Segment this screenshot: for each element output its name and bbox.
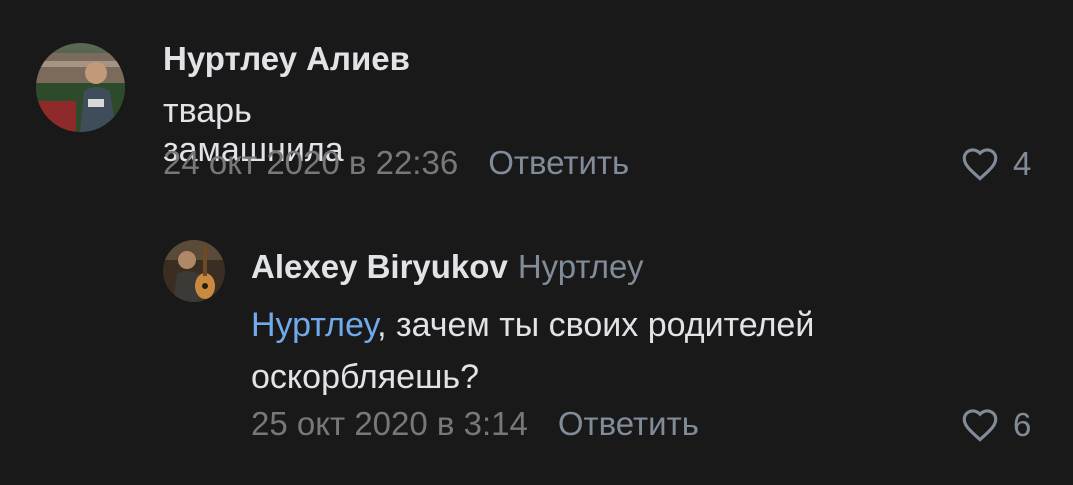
author-name[interactable]: Нуртлеу Алиев: [163, 40, 410, 77]
comment-text-line2: оскорбляешь?: [251, 358, 479, 396]
comment-date[interactable]: 24 окт 2020 в 22:36: [163, 144, 458, 181]
like-count: 4: [1013, 145, 1032, 182]
heart-icon: [962, 147, 998, 181]
reply-to-name[interactable]: Нуртлеу: [518, 248, 644, 285]
like-button[interactable]: 6: [961, 406, 1031, 444]
comment-author-line: Нуртлеу Алиев: [163, 40, 410, 78]
reply-button[interactable]: Ответить: [558, 405, 699, 442]
comment-author-line: Alexey Biryukov Нуртлеу: [251, 248, 644, 286]
comment-meta: 25 окт 2020 в 3:14 Ответить: [251, 405, 699, 443]
like-button[interactable]: 4: [961, 145, 1031, 183]
avatar[interactable]: [163, 240, 225, 302]
heart-icon: [962, 408, 998, 442]
user-photo-stadium-icon: [36, 43, 125, 132]
mention-link[interactable]: Нуртлеу: [251, 306, 377, 344]
comment-text-line1: , зачем ты своих родителей: [377, 306, 815, 344]
author-name[interactable]: Alexey Biryukov: [251, 248, 508, 285]
comment-text: Нуртлеу, зачем ты своих родителей оскорб…: [251, 299, 931, 403]
comment-date[interactable]: 25 окт 2020 в 3:14: [251, 405, 528, 442]
user-photo-guitar-icon: [163, 240, 225, 302]
like-count: 6: [1013, 406, 1032, 443]
reply-button[interactable]: Ответить: [488, 144, 629, 181]
comment-meta: 24 окт 2020 в 22:36 Ответить: [163, 144, 629, 182]
avatar[interactable]: [36, 43, 125, 132]
